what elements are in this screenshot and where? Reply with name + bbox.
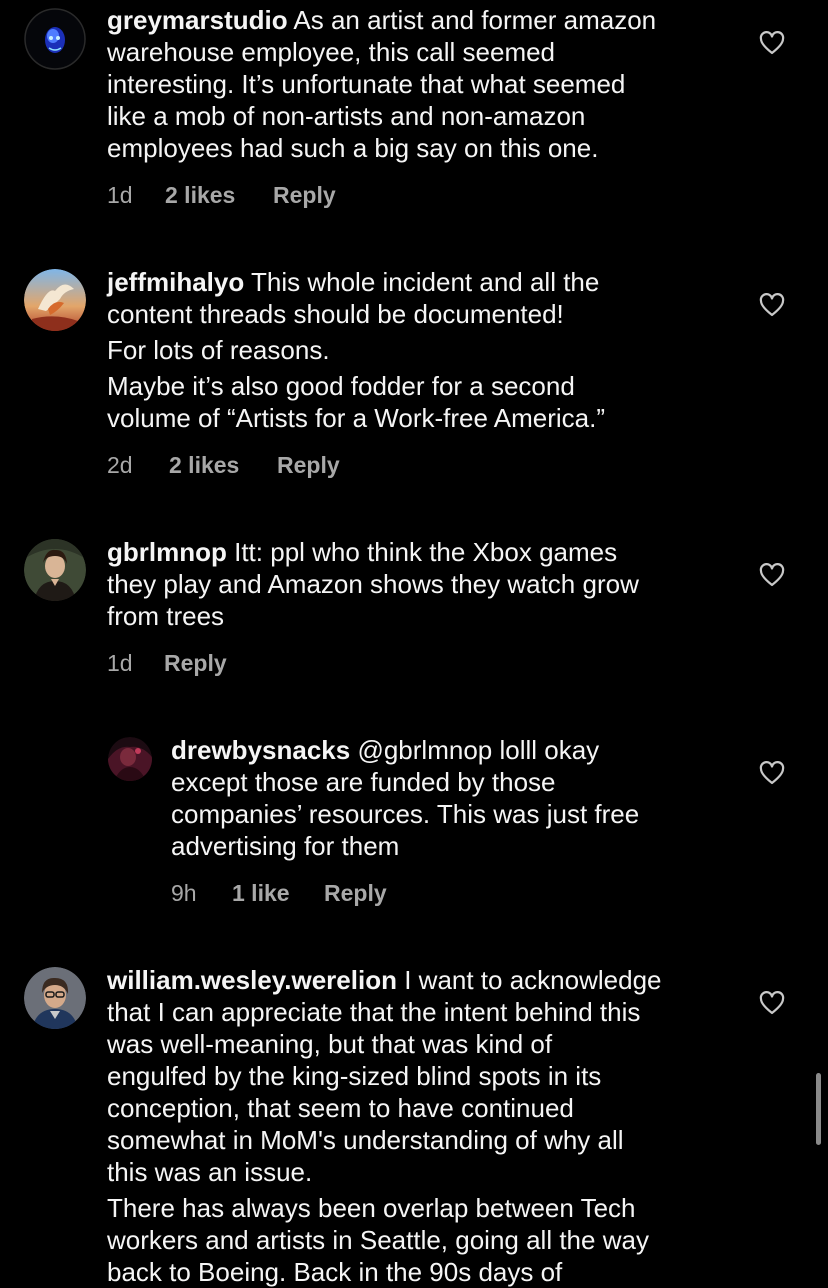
comment-text: jeffmihalyo This whole incident and all … (107, 267, 600, 297)
reply-button[interactable]: Reply (277, 452, 340, 479)
comment-text-line: they play and Amazon shows they watch gr… (107, 569, 639, 599)
comment-text-line: except those are funded by those (171, 767, 556, 797)
avatar[interactable] (24, 8, 86, 70)
timestamp: 9h (171, 880, 197, 906)
comment-text-line: employees had such a big say on this one… (107, 133, 599, 163)
comment-text-line: content threads should be documented! (107, 299, 564, 329)
comment-text-line: somewhat in MoM's understanding of why a… (107, 1125, 624, 1155)
comment-text-line: conception, that seem to have continued (107, 1093, 574, 1123)
comment-text-line: companies’ resources. This was just free (171, 799, 640, 829)
avatar[interactable] (108, 737, 152, 781)
comment-text: drewbysnacks @gbrlmnop lolll okay (171, 735, 600, 765)
avatar[interactable] (24, 967, 86, 1029)
comment-text-line: Maybe it’s also good fodder for a second (107, 371, 575, 401)
username[interactable]: jeffmihalyo (107, 267, 244, 297)
comment-text-line: was well-meaning, but that was kind of (107, 1029, 553, 1059)
comment-text-line: this was an issue. (107, 1157, 313, 1187)
likes-count[interactable]: 2 likes (169, 452, 239, 479)
comment-text-line: engulfed by the king-sized blind spots i… (107, 1061, 602, 1091)
username[interactable]: gbrlmnop (107, 537, 227, 567)
comment-text-line: warehouse employee, this call seemed (107, 37, 556, 67)
comment-text-line: There has always been overlap between Te… (107, 1193, 636, 1223)
heart-outline-icon[interactable] (759, 991, 785, 1015)
reply-button[interactable]: Reply (273, 182, 336, 209)
timestamp: 2d (107, 452, 133, 478)
username[interactable]: drewbysnacks (171, 735, 350, 765)
comment-text-line: like a mob of non-artists and non-amazon (107, 101, 586, 131)
timestamp: 1d (107, 182, 133, 208)
comment-text-line: For lots of reasons. (107, 335, 330, 365)
likes-count[interactable]: 2 likes (165, 182, 235, 209)
avatar[interactable] (24, 539, 86, 601)
heart-outline-icon[interactable] (759, 293, 785, 317)
avatar[interactable] (24, 269, 86, 331)
comment-text-line: volume of “Artists for a Work-free Ameri… (107, 403, 605, 433)
username[interactable]: greymarstudio (107, 5, 288, 35)
username[interactable]: william.wesley.werelion (107, 965, 397, 995)
reply-button[interactable]: Reply (164, 650, 227, 677)
comment-text: william.wesley.werelion I want to acknow… (107, 965, 662, 995)
heart-outline-icon[interactable] (759, 31, 785, 55)
reply-button[interactable]: Reply (324, 880, 387, 907)
comment-text-line: interesting. It’s unfortunate that what … (107, 69, 626, 99)
heart-outline-icon[interactable] (759, 563, 785, 587)
comment-text-line: workers and artists in Seattle, going al… (107, 1225, 649, 1255)
comment-text-line: from trees (107, 601, 225, 631)
comment-text: gbrlmnop Itt: ppl who think the Xbox gam… (107, 537, 618, 567)
timestamp: 1d (107, 650, 133, 676)
comment-text-line: back to Boeing. Back in the 90s days of (107, 1257, 563, 1287)
scrollbar[interactable] (816, 1073, 821, 1145)
heart-outline-icon[interactable] (759, 761, 785, 785)
comment-text-line: that I can appreciate that the intent be… (107, 997, 641, 1027)
likes-count[interactable]: 1 like (232, 880, 290, 907)
comment-text-line: advertising for them (171, 831, 400, 861)
comment-text: greymarstudio As an artist and former am… (107, 5, 657, 35)
